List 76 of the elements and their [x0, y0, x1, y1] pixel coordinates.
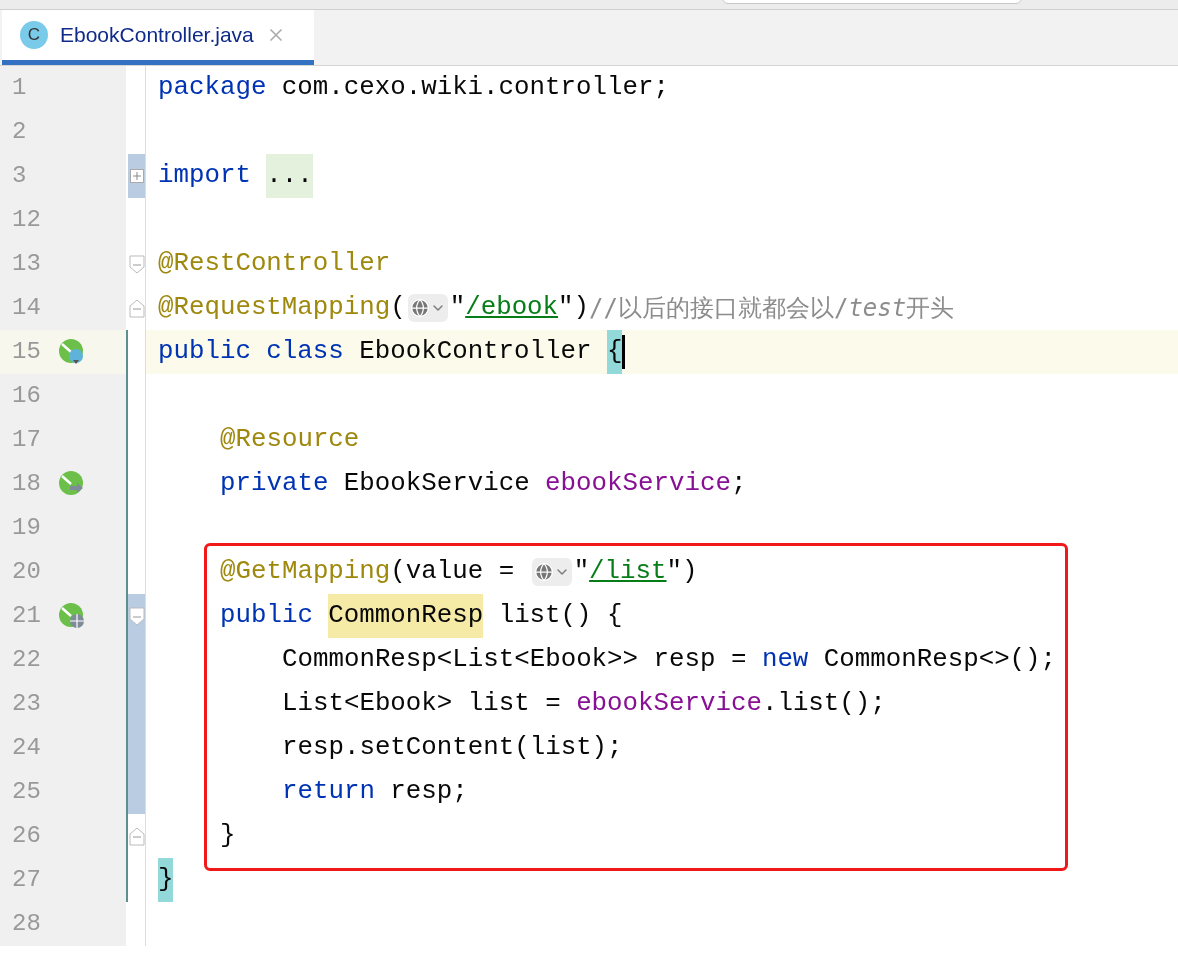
- line-number: 21: [11, 601, 42, 631]
- field-name: ebookService: [576, 688, 762, 720]
- code-text: "): [666, 556, 698, 588]
- code-text: List<Ebook> list =: [282, 688, 562, 720]
- keyword: private: [220, 468, 329, 500]
- brace-highlight: }: [158, 858, 174, 902]
- globe-icon: [409, 298, 430, 318]
- line-number: 20: [11, 557, 42, 587]
- line-number: 27: [11, 865, 42, 895]
- code-comment: test: [848, 293, 907, 324]
- code-text: .list();: [761, 688, 886, 720]
- line-number: 13: [11, 249, 42, 279]
- code-text: list() {: [497, 600, 623, 632]
- annotation: @RestController: [158, 248, 391, 280]
- keyword: package: [158, 72, 267, 104]
- spring-bean-icon[interactable]: [58, 338, 86, 366]
- fold-icon[interactable]: [128, 298, 145, 318]
- text-cursor: [622, 335, 626, 369]
- class-file-icon: C: [20, 21, 48, 49]
- code-text: }: [220, 820, 236, 852]
- code-text: ": [573, 556, 590, 588]
- brace-highlight: {: [606, 330, 623, 374]
- code-text: EbookService: [342, 468, 531, 500]
- field-name: ebookService: [545, 468, 731, 500]
- identifier-highlight: CommonResp: [328, 594, 484, 638]
- code-text: resp;: [389, 776, 468, 808]
- code-text: (: [390, 292, 406, 324]
- line-number: 15: [11, 337, 42, 367]
- line-number: 2: [11, 117, 28, 147]
- url-options-button[interactable]: [407, 294, 448, 322]
- line-number: 23: [11, 689, 42, 719]
- line-number: 18: [11, 469, 42, 499]
- line-number: 14: [11, 293, 42, 323]
- keyword: public: [220, 600, 313, 632]
- keyword: import: [158, 160, 251, 192]
- code-text: resp.setContent(list);: [282, 732, 623, 764]
- code-text: CommonResp<List<Ebook>> resp =: [282, 644, 748, 676]
- code-comment: 开头: [906, 293, 955, 324]
- keyword: return: [282, 776, 375, 808]
- editor-tab[interactable]: C EbookController.java: [2, 10, 314, 65]
- spring-bean-icon[interactable]: [58, 470, 86, 498]
- url-options-button[interactable]: [531, 558, 572, 586]
- code-text: CommonResp<>();: [822, 644, 1057, 676]
- keyword: public class: [158, 336, 344, 368]
- line-number: 24: [11, 733, 42, 763]
- annotation: @GetMapping: [220, 556, 391, 588]
- code-text: ;: [730, 468, 747, 500]
- spring-bean-icon[interactable]: [58, 602, 86, 630]
- code-text: "): [558, 292, 590, 324]
- annotation: @RequestMapping: [158, 292, 391, 324]
- line-number: 19: [11, 513, 42, 543]
- folded-code[interactable]: ...: [266, 154, 313, 198]
- code-text: EbookController: [358, 336, 593, 368]
- annotation: @Resource: [220, 424, 360, 456]
- code-text: ": [449, 292, 466, 324]
- code-text: com.cexo.wiki.controller;: [280, 72, 669, 104]
- line-number: 28: [11, 909, 42, 939]
- fold-icon[interactable]: [128, 254, 145, 274]
- tab-title: EbookController.java: [60, 22, 254, 49]
- line-number: 25: [11, 777, 42, 807]
- line-number: 17: [11, 425, 42, 455]
- line-number: 16: [11, 381, 42, 411]
- url-link[interactable]: /list: [589, 550, 667, 594]
- globe-icon: [533, 562, 554, 582]
- fold-icon[interactable]: [128, 606, 145, 626]
- code-text: (value =: [390, 556, 516, 588]
- fold-icon[interactable]: [128, 826, 145, 846]
- line-number: 3: [11, 161, 28, 191]
- expand-icon[interactable]: [129, 169, 144, 183]
- line-number: 1: [11, 73, 28, 103]
- code-comment: //以后的接口就都会以/: [589, 293, 849, 324]
- line-number: 12: [11, 205, 42, 235]
- line-number: 26: [11, 821, 42, 851]
- keyword: new: [761, 644, 809, 676]
- line-number: 22: [11, 645, 42, 675]
- url-link[interactable]: /ebook: [465, 286, 559, 330]
